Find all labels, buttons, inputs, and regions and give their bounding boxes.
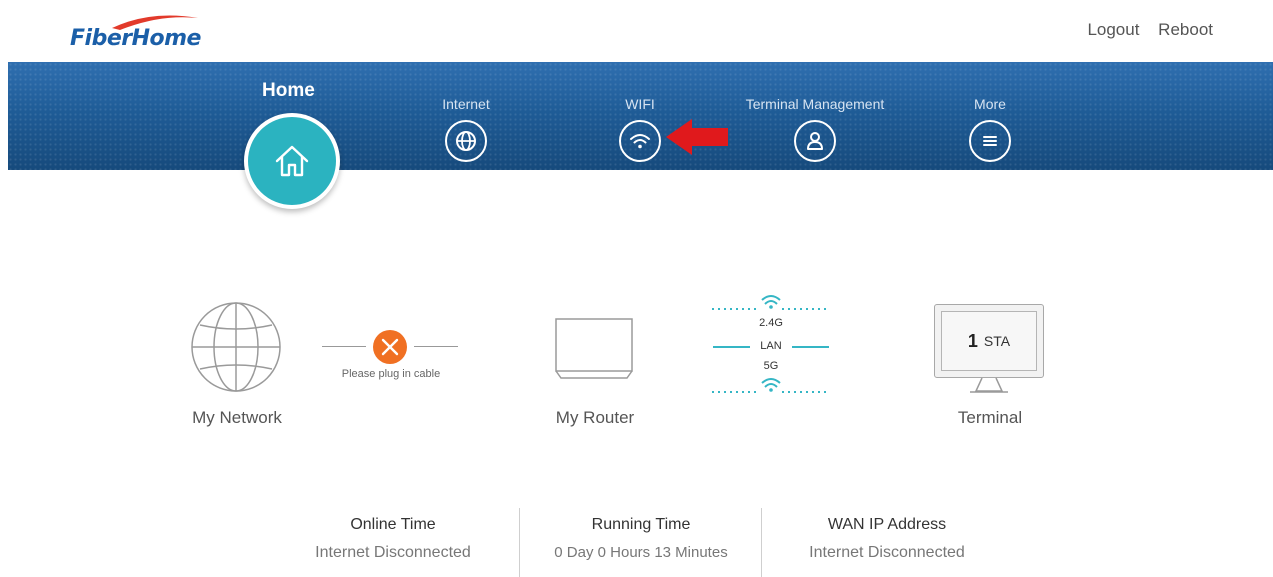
online-time-block: Online Time Internet Disconnected xyxy=(273,516,513,562)
running-time-title: Running Time xyxy=(591,516,691,533)
globe-network-icon xyxy=(191,302,281,392)
online-time-title: Online Time xyxy=(350,516,436,533)
nav-internet[interactable]: Internet xyxy=(416,94,516,162)
sta-unit: STA xyxy=(983,333,1011,349)
nav-terminal-management[interactable]: Terminal Management xyxy=(735,94,895,162)
cable-status-text: Please plug in cable xyxy=(341,368,441,380)
info-divider-2 xyxy=(761,508,762,577)
running-time-block: Running Time 0 Day 0 Hours 13 Minutes xyxy=(521,516,761,561)
wifi-icon xyxy=(619,120,661,162)
home-icon xyxy=(275,145,309,177)
online-time-value: Internet Disconnected xyxy=(315,544,471,561)
band-24g-label: 2.4G xyxy=(759,317,783,329)
lan-label: LAN xyxy=(760,340,782,352)
band-5g-label: 5G xyxy=(763,360,779,372)
my-router-label: My Router xyxy=(555,408,635,427)
cable-line-left xyxy=(322,346,366,347)
menu-icon xyxy=(969,120,1011,162)
nav-home-label[interactable]: Home xyxy=(262,80,315,102)
fiberhome-logo: FiberHome xyxy=(70,12,201,52)
nav-more-label: More xyxy=(974,96,1006,112)
sta-count: 1 xyxy=(967,330,978,351)
my-network-label: My Network xyxy=(192,408,282,427)
wan-ip-block: WAN IP Address Internet Disconnected xyxy=(767,516,1007,562)
top-bar: FiberHome Logout Reboot xyxy=(0,0,1273,62)
monitor-stand-icon xyxy=(970,377,1008,393)
disconnected-x-icon xyxy=(373,330,407,364)
terminal-label: Terminal xyxy=(957,408,1023,427)
logo-text: FiberHome xyxy=(70,26,201,51)
top-links: Logout Reboot xyxy=(1073,20,1213,40)
red-arrow-annotation-icon xyxy=(666,119,728,155)
user-icon xyxy=(794,120,836,162)
terminal-monitor[interactable]: 1 STA xyxy=(934,304,1044,378)
globe-icon xyxy=(445,120,487,162)
logout-link[interactable]: Logout xyxy=(1087,20,1139,39)
nav-more[interactable]: More xyxy=(940,94,1040,162)
nav-internet-label: Internet xyxy=(442,96,490,112)
reboot-link[interactable]: Reboot xyxy=(1158,20,1213,39)
wan-ip-title: WAN IP Address xyxy=(827,516,947,533)
nav-wifi-label: WIFI xyxy=(625,96,655,112)
info-divider-1 xyxy=(519,508,520,577)
nav-terminal-management-label: Terminal Management xyxy=(745,96,885,112)
sta-display: 1 STA xyxy=(941,311,1037,371)
wan-ip-value: Internet Disconnected xyxy=(809,544,965,561)
nav-home-button[interactable] xyxy=(244,113,340,209)
cable-line-right xyxy=(414,346,458,347)
router-icon xyxy=(555,318,633,379)
running-time-value: 0 Day 0 Hours 13 Minutes xyxy=(554,544,728,561)
